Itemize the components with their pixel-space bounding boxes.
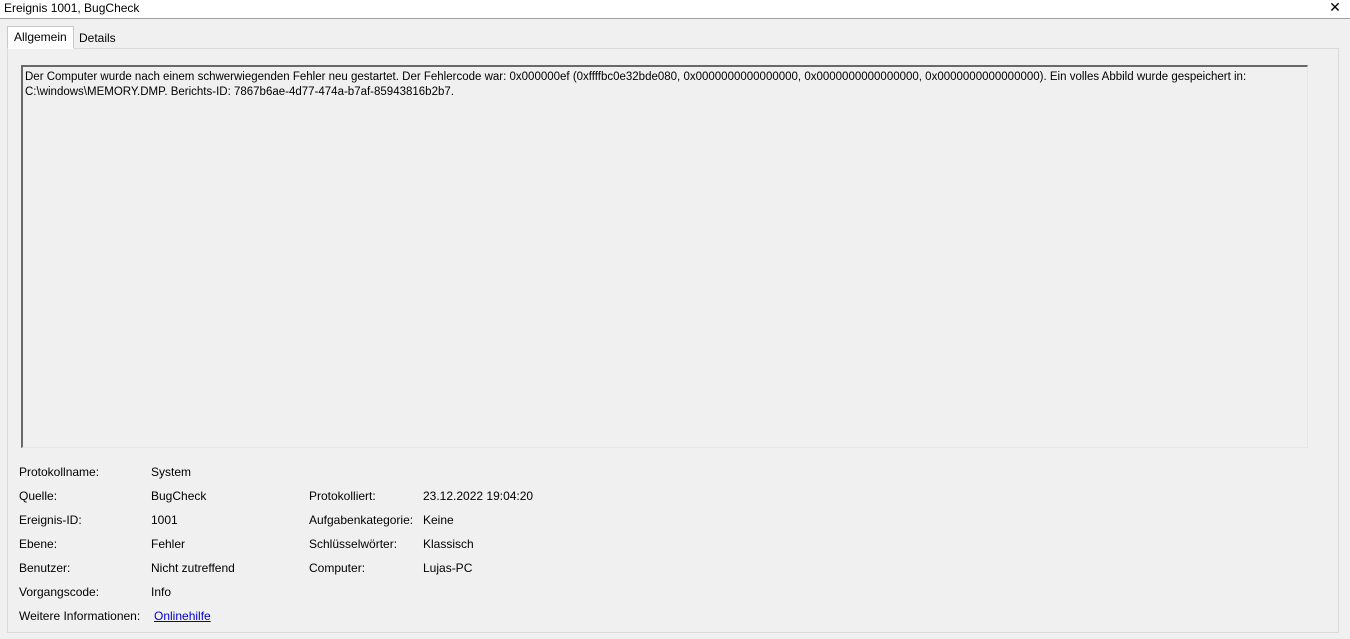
task-category-value: Keine bbox=[423, 513, 454, 527]
logged-label: Protokolliert: bbox=[309, 489, 376, 503]
title-bar: Ereignis 1001, BugCheck ✕ bbox=[0, 0, 1350, 19]
event-id-label: Ereignis-ID: bbox=[19, 513, 82, 527]
user-label: Benutzer: bbox=[19, 561, 71, 575]
opcode-label: Vorgangscode: bbox=[19, 585, 100, 599]
keywords-value: Klassisch bbox=[423, 537, 474, 551]
level-label: Ebene: bbox=[19, 537, 58, 551]
tab-details[interactable]: Details bbox=[73, 29, 122, 47]
close-icon[interactable]: ✕ bbox=[1326, 0, 1344, 16]
more-info-label: Weitere Informationen: bbox=[19, 609, 141, 623]
source-value: BugCheck bbox=[151, 489, 207, 503]
event-properties-window: Ereignis 1001, BugCheck ✕ Allgemein Deta… bbox=[0, 0, 1350, 639]
logged-value: 23.12.2022 19:04:20 bbox=[423, 489, 534, 503]
user-value: Nicht zutreffend bbox=[151, 561, 235, 575]
source-label: Quelle: bbox=[19, 489, 58, 503]
log-name-value: System bbox=[151, 465, 192, 479]
level-value: Fehler bbox=[151, 537, 186, 551]
task-category-label: Aufgabenkategorie: bbox=[309, 513, 414, 527]
computer-value: Lujas-PC bbox=[423, 561, 473, 575]
computer-label: Computer: bbox=[309, 561, 366, 575]
keywords-label: Schlüsselwörter: bbox=[309, 537, 398, 551]
window-title: Ereignis 1001, BugCheck bbox=[4, 1, 140, 15]
event-id-value: 1001 bbox=[151, 513, 178, 527]
opcode-value: Info bbox=[151, 585, 172, 599]
online-help-link[interactable]: Onlinehilfe bbox=[154, 609, 211, 623]
log-name-label: Protokollname: bbox=[19, 465, 100, 479]
tab-general[interactable]: Allgemein bbox=[7, 26, 74, 49]
event-description-textbox[interactable]: Der Computer wurde nach einem schwerwieg… bbox=[21, 65, 1308, 448]
